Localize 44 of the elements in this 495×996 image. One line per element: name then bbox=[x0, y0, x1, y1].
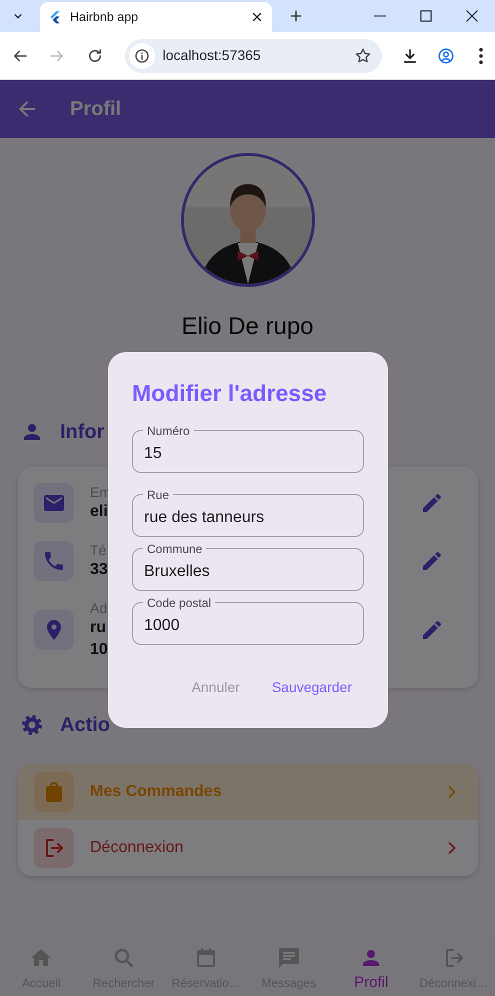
edit-button[interactable] bbox=[420, 549, 444, 573]
field-label: Numéro bbox=[146, 424, 191, 436]
page-title: Profil bbox=[70, 97, 122, 122]
field-value: eli bbox=[90, 502, 109, 522]
field-label: Commune bbox=[146, 542, 204, 554]
save-button[interactable]: Sauvegarder bbox=[264, 670, 360, 704]
address-bar[interactable]: localhost:57365 bbox=[124, 38, 382, 72]
text-field[interactable]: Code postal 1000 bbox=[132, 596, 364, 644]
phone-icon bbox=[42, 549, 66, 573]
section-title: Infor bbox=[60, 420, 104, 445]
field-label: Code postal bbox=[146, 596, 212, 608]
profile-name: Elio De rupo bbox=[180, 312, 315, 342]
edit-button[interactable] bbox=[420, 491, 444, 515]
field-label: Rue bbox=[146, 488, 170, 500]
dialog-title: Modifier l'adresse bbox=[132, 379, 328, 408]
more-icon bbox=[479, 48, 484, 64]
input-field[interactable]: Bruxelles bbox=[144, 560, 352, 584]
text-field[interactable]: Rue rue des tanneurs bbox=[132, 488, 364, 536]
edit-button[interactable] bbox=[420, 618, 444, 642]
text-field[interactable]: Commune Bruxelles bbox=[132, 542, 364, 590]
close-icon bbox=[466, 10, 478, 22]
field-value: 33 bbox=[90, 560, 108, 580]
info-icon[interactable] bbox=[134, 48, 150, 64]
minimize-icon bbox=[374, 15, 386, 17]
maximize-icon bbox=[420, 10, 432, 22]
pencil-icon bbox=[420, 618, 444, 642]
browser-tab[interactable]: Hairbnb app bbox=[40, 2, 272, 32]
settings-icon bbox=[20, 713, 44, 737]
plus-icon bbox=[288, 8, 304, 24]
flutter-icon bbox=[48, 10, 62, 24]
pencil-icon bbox=[420, 491, 444, 515]
message-icon bbox=[276, 946, 301, 970]
star-icon[interactable] bbox=[354, 46, 372, 64]
input-field[interactable]: 15 bbox=[144, 442, 352, 466]
field-value: ru bbox=[90, 618, 107, 638]
field-value: 10 bbox=[90, 640, 108, 660]
pencil-icon bbox=[420, 549, 444, 573]
text-field[interactable]: Numéro 15 bbox=[132, 424, 364, 472]
input-field[interactable]: rue des tanneurs bbox=[144, 506, 352, 530]
close-icon[interactable] bbox=[250, 10, 264, 24]
section-title: Actio bbox=[60, 713, 110, 738]
input-field[interactable]: 1000 bbox=[144, 614, 352, 638]
new-tab-button[interactable] bbox=[288, 8, 304, 24]
profile-icon bbox=[436, 46, 455, 64]
